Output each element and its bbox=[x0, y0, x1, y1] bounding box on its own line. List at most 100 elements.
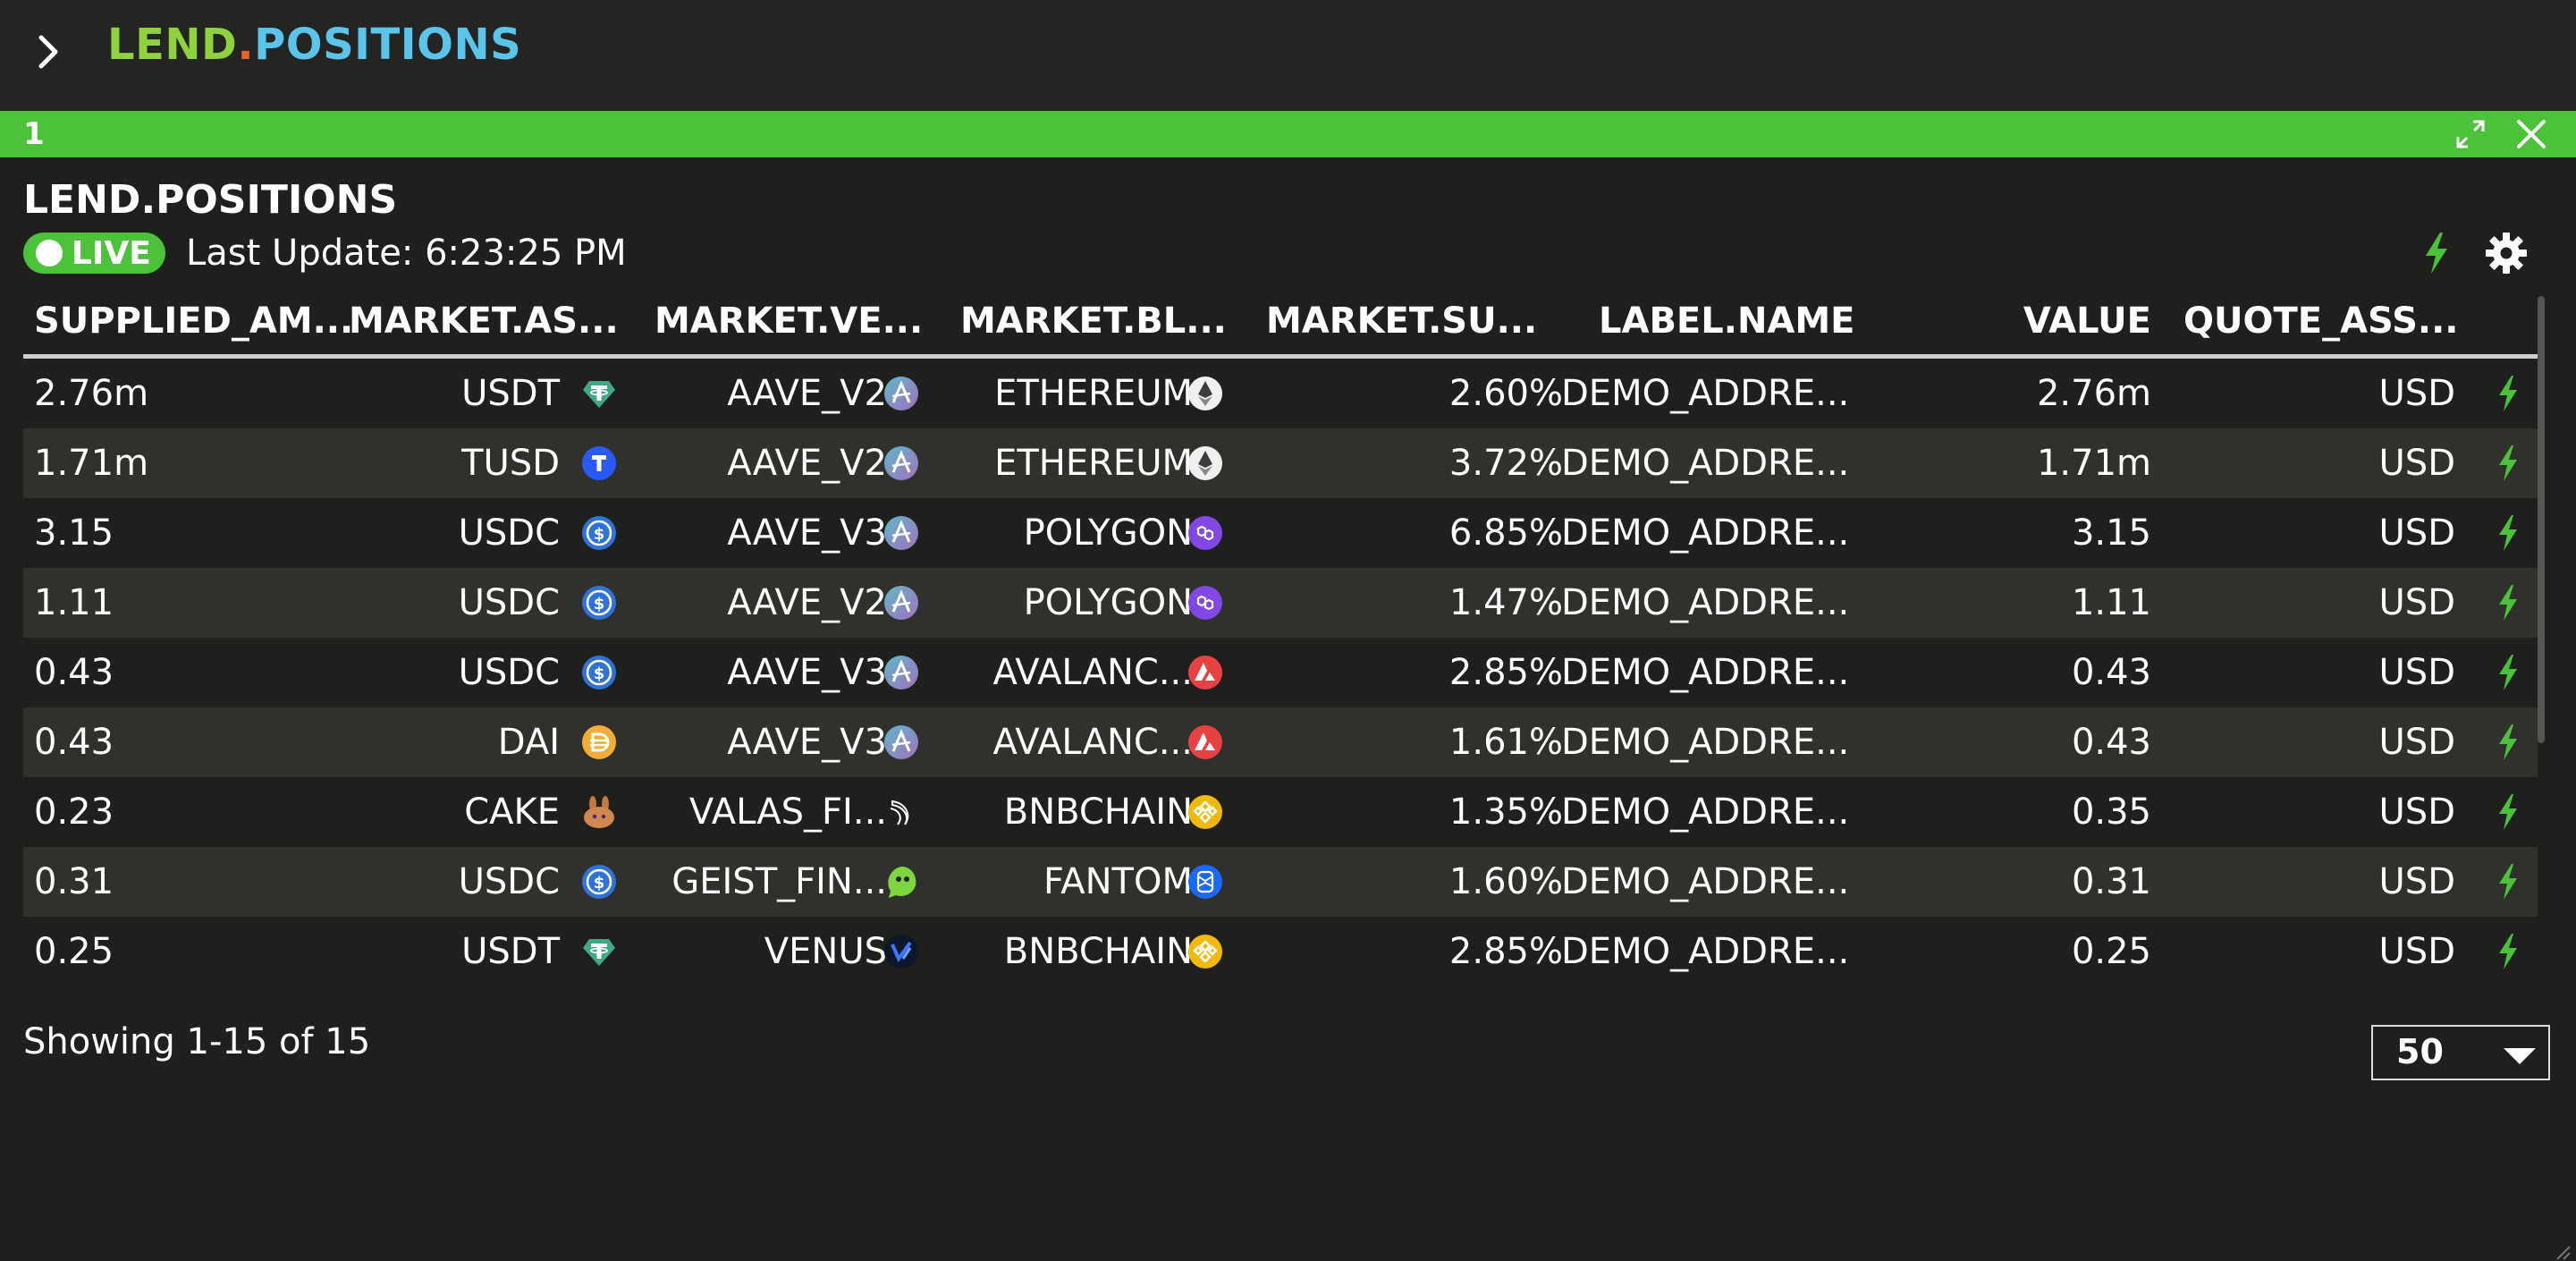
header-quote-asset[interactable]: QUOTE_ASS... bbox=[2183, 300, 2458, 342]
cell-label-name: DEMO_ADDRE... bbox=[1561, 443, 1850, 484]
live-dot-icon bbox=[36, 240, 63, 267]
lightning-bolt-icon[interactable] bbox=[2494, 792, 2521, 832]
positions-table: SUPPLIED_AM... MARKET.AS... MARKET.VE...… bbox=[23, 292, 2538, 1007]
table-row[interactable]: 0.43 USDC $ AAVE_V3 AVALANC... 2.85% DEMO_ADDR… bbox=[23, 638, 2538, 707]
header-market-supply-rate[interactable]: MARKET.SU... bbox=[1266, 300, 1537, 342]
cell-value: 0.31 bbox=[2071, 861, 2151, 902]
cell-quote-asset: USD bbox=[2378, 582, 2455, 623]
cell-value: 3.15 bbox=[2071, 512, 2151, 554]
lightning-bolt-icon[interactable] bbox=[2494, 932, 2521, 971]
cell-market-venue: AAVE_V2 bbox=[727, 373, 887, 414]
cell-market-supply-rate: 1.35% bbox=[1448, 791, 1563, 833]
cell-market-supply-rate: 3.72% bbox=[1448, 443, 1563, 484]
cell-value: 1.71m bbox=[2036, 443, 2151, 484]
table-scrollbar[interactable] bbox=[2538, 296, 2545, 743]
cell-market-asset: USDC bbox=[458, 652, 560, 693]
cell-label-name: DEMO_ADDRE... bbox=[1561, 512, 1850, 554]
cell-market-blockchain: BNBCHAIN bbox=[1003, 931, 1193, 972]
table-row[interactable]: 1.71m TUSD AAVE_V2 ETHEREUM 3.72% DEMO_ADDRE.… bbox=[23, 428, 2538, 498]
app-title-lend: LEND bbox=[107, 20, 238, 70]
ethereum-icon bbox=[1187, 445, 1223, 481]
table-row[interactable]: 0.43 DAI AAVE_V3 AVALANC... 1.61% DEMO_ADDRE.… bbox=[23, 707, 2538, 777]
fantom-icon bbox=[1187, 864, 1223, 900]
cell-supplied-amount: 0.43 bbox=[34, 652, 114, 693]
polygon-icon bbox=[1187, 585, 1223, 621]
cell-supplied-amount: 0.23 bbox=[34, 791, 114, 833]
lightning-bolt-icon[interactable] bbox=[2419, 231, 2454, 275]
header-market-venue[interactable]: MARKET.VE... bbox=[655, 300, 923, 342]
cell-value: 1.11 bbox=[2071, 582, 2151, 623]
header-supplied-amount[interactable]: SUPPLIED_AM... bbox=[34, 300, 353, 342]
table-row[interactable]: 0.31 USDC $ GEIST_FIN... FANTOM 1.60% DEMO_ADD… bbox=[23, 847, 2538, 917]
cell-market-blockchain: ETHEREUM bbox=[994, 443, 1193, 484]
table-row[interactable]: 2.76m USDT AAVE_V2 ETHEREUM 2.60% DEMO_ADDRE.… bbox=[23, 359, 2538, 428]
chevron-down-icon bbox=[2504, 1048, 2536, 1064]
cell-supplied-amount: 0.43 bbox=[34, 722, 114, 763]
window-header-bar: 1 bbox=[0, 111, 2576, 157]
lightning-bolt-icon[interactable] bbox=[2494, 444, 2521, 483]
page-size-value: 50 bbox=[2396, 1032, 2444, 1071]
cell-label-name: DEMO_ADDRE... bbox=[1561, 722, 1850, 763]
cell-market-supply-rate: 2.60% bbox=[1448, 373, 1563, 414]
table-row[interactable]: 0.23 CAKE VALAS_FI... BNBCHAIN 1.35% DEMO_ADD… bbox=[23, 777, 2538, 847]
trueusd-icon bbox=[581, 445, 617, 481]
live-badge: LIVE bbox=[23, 233, 165, 274]
avalanche-icon bbox=[1187, 655, 1223, 690]
gear-icon[interactable] bbox=[2484, 231, 2529, 275]
aave-icon bbox=[883, 376, 919, 411]
cell-quote-asset: USD bbox=[2378, 373, 2455, 414]
venus-icon bbox=[883, 934, 919, 969]
header-value[interactable]: VALUE bbox=[1901, 300, 2151, 342]
table-row[interactable]: 1.11 USDC $ AAVE_V2 POLYGON 1.47% DEMO_ADDRE..… bbox=[23, 568, 2538, 638]
cell-market-blockchain: BNBCHAIN bbox=[1003, 791, 1193, 833]
cell-market-venue: AAVE_V3 bbox=[727, 652, 887, 693]
aave-icon bbox=[883, 585, 919, 621]
cell-market-venue: AAVE_V3 bbox=[727, 722, 887, 763]
page-size-select[interactable]: 50 bbox=[2371, 1025, 2550, 1080]
cell-market-asset: USDT bbox=[461, 931, 560, 972]
lightning-bolt-icon[interactable] bbox=[2494, 583, 2521, 622]
chevron-right-icon[interactable] bbox=[27, 30, 70, 73]
cell-market-blockchain: AVALANC... bbox=[992, 652, 1193, 693]
cell-market-supply-rate: 2.85% bbox=[1448, 931, 1563, 972]
header-market-blockchain[interactable]: MARKET.BL... bbox=[960, 300, 1227, 342]
close-icon[interactable] bbox=[2513, 116, 2549, 152]
cell-value: 0.43 bbox=[2071, 722, 2151, 763]
cell-quote-asset: USD bbox=[2378, 722, 2455, 763]
cell-label-name: DEMO_ADDRE... bbox=[1561, 931, 1850, 972]
app-title: LEND.POSITIONS bbox=[107, 20, 521, 70]
cell-market-venue: VALAS_FI... bbox=[688, 791, 887, 833]
resize-grip-icon[interactable] bbox=[2554, 1243, 2572, 1261]
table-header: SUPPLIED_AM... MARKET.AS... MARKET.VE...… bbox=[23, 292, 2538, 359]
table-row[interactable]: 0.25 USDT VENUS BNBCHAIN 2.85% DEMO_ADDRE... 0… bbox=[23, 917, 2538, 986]
aave-icon bbox=[883, 655, 919, 690]
cell-quote-asset: USD bbox=[2378, 861, 2455, 902]
lightning-bolt-icon[interactable] bbox=[2494, 862, 2521, 901]
cell-value: 0.43 bbox=[2071, 652, 2151, 693]
usdc-icon: $ bbox=[581, 585, 617, 621]
lightning-bolt-icon[interactable] bbox=[2494, 374, 2521, 413]
cell-market-asset: DAI bbox=[497, 722, 560, 763]
header-market-asset[interactable]: MARKET.AS... bbox=[349, 300, 619, 342]
cell-market-venue: AAVE_V2 bbox=[727, 443, 887, 484]
lightning-bolt-icon[interactable] bbox=[2494, 513, 2521, 553]
cell-market-blockchain: POLYGON bbox=[1023, 512, 1193, 554]
expand-icon[interactable] bbox=[2454, 118, 2487, 150]
cell-label-name: DEMO_ADDRE... bbox=[1561, 861, 1850, 902]
svg-text:$: $ bbox=[594, 664, 605, 683]
cell-market-asset: USDT bbox=[461, 373, 560, 414]
tether-icon bbox=[581, 376, 617, 411]
tether-icon bbox=[581, 934, 617, 969]
header-label-name[interactable]: LABEL.NAME bbox=[1599, 300, 1855, 342]
table-row[interactable]: 3.15 USDC $ AAVE_V3 POLYGON 6.85% DEMO_ADDRE..… bbox=[23, 498, 2538, 568]
cell-supplied-amount: 0.31 bbox=[34, 861, 114, 902]
ethereum-icon bbox=[1187, 376, 1223, 411]
lightning-bolt-icon[interactable] bbox=[2494, 723, 2521, 762]
usdc-icon: $ bbox=[581, 655, 617, 690]
lightning-bolt-icon[interactable] bbox=[2494, 653, 2521, 692]
panel-title: LEND.POSITIONS bbox=[23, 177, 398, 223]
cell-market-blockchain: FANTOM bbox=[1043, 861, 1193, 902]
usdc-icon: $ bbox=[581, 515, 617, 551]
pagination-status: Showing 1-15 of 15 bbox=[23, 1021, 371, 1062]
cell-label-name: DEMO_ADDRE... bbox=[1561, 373, 1850, 414]
